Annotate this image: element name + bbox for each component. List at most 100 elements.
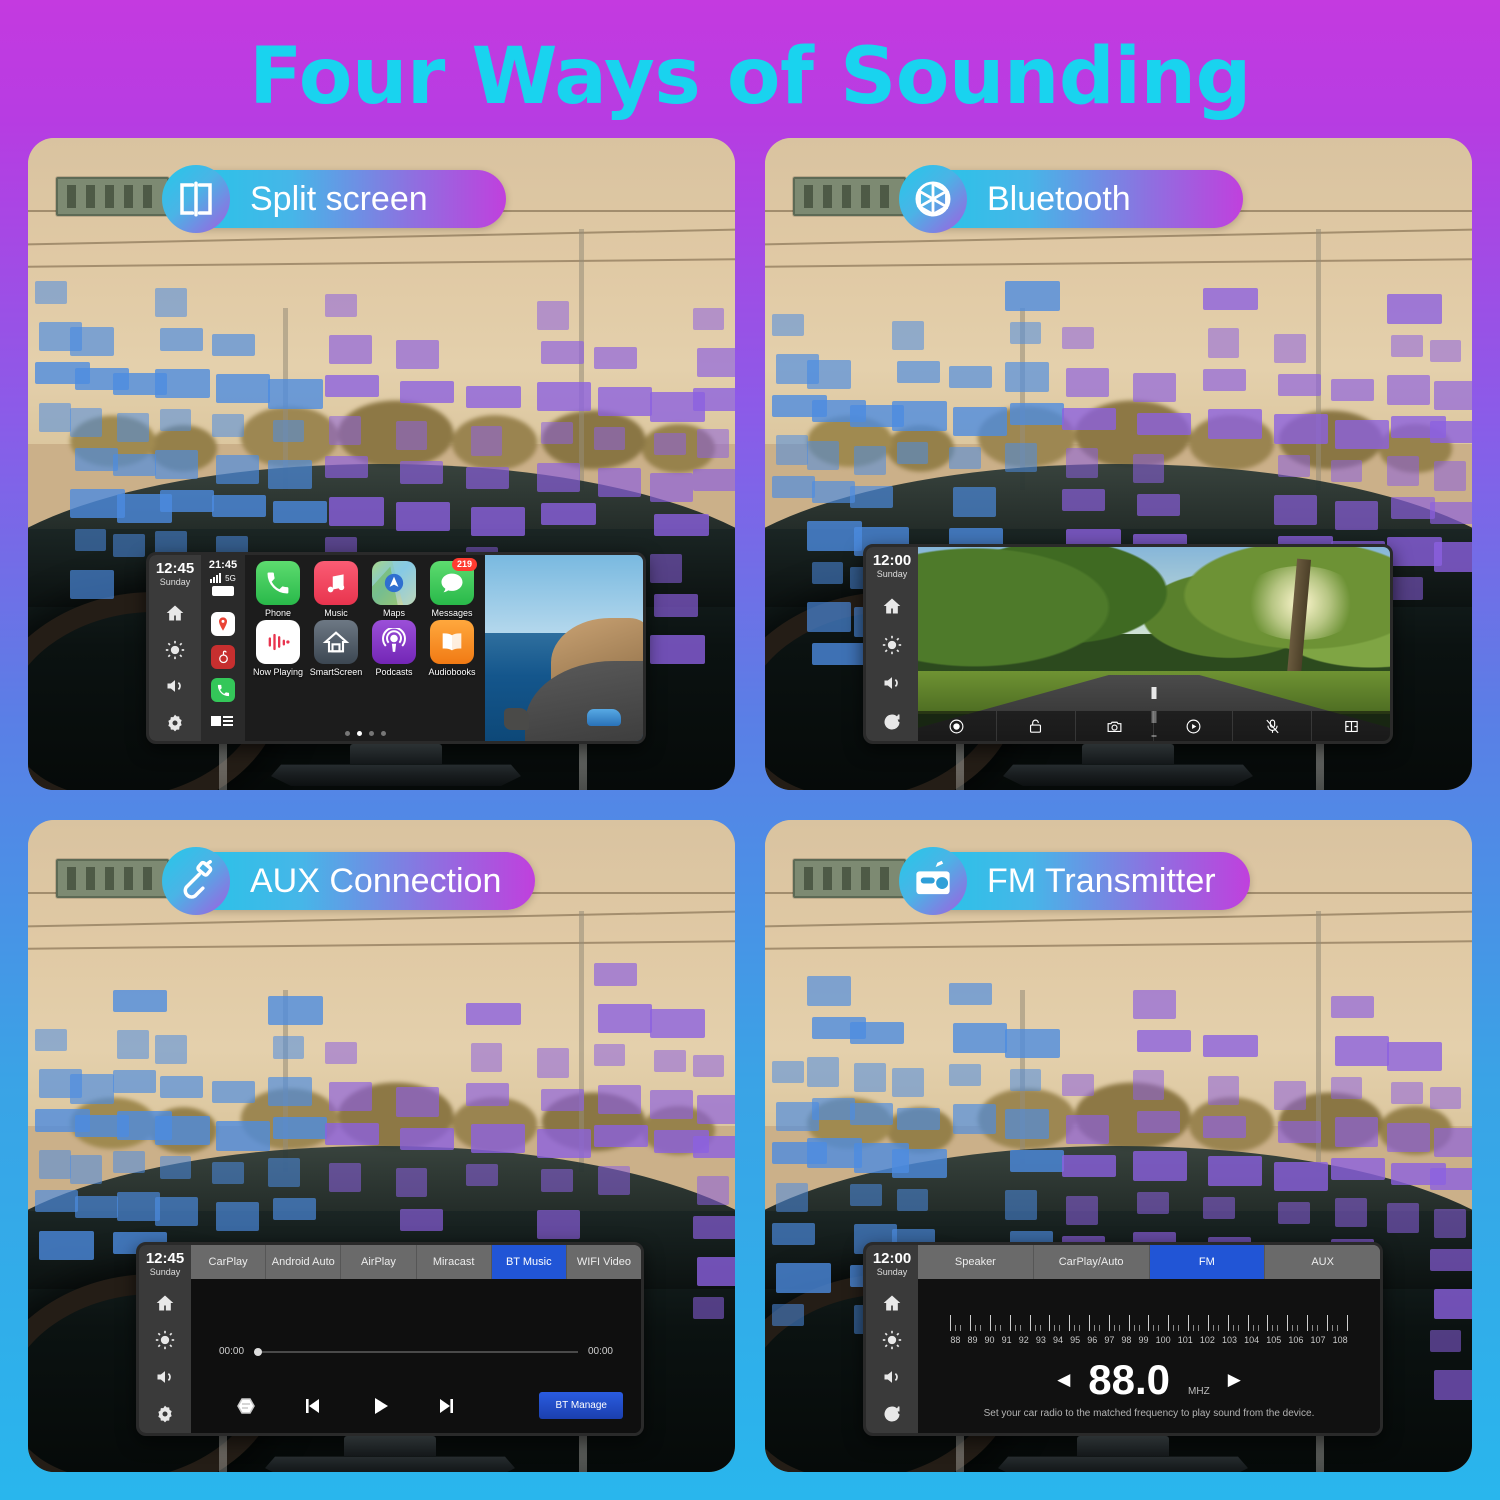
rotate-icon[interactable]: [866, 702, 918, 741]
panel-bluetooth: Bluetooth 12:00 Sunday: [765, 138, 1472, 790]
rotate-icon[interactable]: [866, 1396, 918, 1433]
tab-aux[interactable]: AUX: [1265, 1245, 1380, 1279]
frequency-value: 88.0: [1088, 1356, 1171, 1404]
lock-icon[interactable]: [997, 711, 1076, 741]
phone-app-icon: [256, 561, 300, 605]
tab-carplay[interactable]: CarPlay: [191, 1245, 267, 1279]
home-icon[interactable]: [149, 595, 201, 632]
scale-number: 88: [950, 1334, 961, 1345]
play-icon[interactable]: [346, 1394, 413, 1418]
volume-icon[interactable]: [866, 1359, 918, 1396]
app-row-2: Now Playing SmartScreen Podcasts Audiobo…: [249, 620, 481, 677]
now-playing-app-icon: [256, 620, 300, 664]
app-maps[interactable]: Maps: [365, 561, 423, 618]
frequency-down-button[interactable]: ◀: [1057, 1370, 1070, 1390]
scale-number: 108: [1332, 1334, 1348, 1345]
progress-row: 00:00 00:00: [219, 1346, 613, 1357]
bt-manage-button[interactable]: BT Manage: [539, 1392, 623, 1419]
badge-label: AUX Connection: [250, 862, 502, 900]
billboard: [56, 177, 170, 217]
tab-bt-music[interactable]: BT Music: [491, 1245, 567, 1279]
brightness-icon[interactable]: [149, 631, 201, 668]
app-smartscreen[interactable]: SmartScreen: [307, 620, 365, 677]
list-icon[interactable]: [211, 709, 235, 733]
mic-muted-icon[interactable]: [1233, 711, 1313, 741]
app-audiobooks[interactable]: Audiobooks: [423, 620, 481, 677]
scale-number: 100: [1155, 1334, 1171, 1345]
split-view-icon[interactable]: [1312, 711, 1390, 741]
app-messages[interactable]: 219 Messages: [423, 558, 481, 618]
dashboard-mount: [265, 1436, 515, 1472]
scale-number: 95: [1070, 1334, 1081, 1345]
app-label: Messages: [431, 608, 473, 618]
volume-icon[interactable]: [149, 668, 201, 705]
podcasts-app-icon: [372, 620, 416, 664]
device-screen: 12:45 Sunday CarPlay Android Auto AirPla…: [136, 1242, 644, 1436]
app-phone[interactable]: Phone: [249, 561, 307, 618]
split-right-video: [485, 555, 643, 741]
panel-split-screen: Split screen 12:45 Sunday 21:45 5G Phone…: [28, 138, 735, 790]
maps-pin-icon[interactable]: [211, 612, 235, 637]
duration-time: 00:00: [587, 1346, 613, 1357]
scale-number: 97: [1104, 1334, 1115, 1345]
maps-app-icon: [372, 561, 416, 605]
app-music[interactable]: Music: [307, 561, 365, 618]
carplay-dock: 21:45 5G: [201, 555, 245, 741]
panel-grid: Split screen 12:45 Sunday 21:45 5G Phone…: [28, 138, 1472, 1476]
frequency-up-button[interactable]: ▶: [1228, 1370, 1241, 1390]
seek-slider[interactable]: [254, 1347, 578, 1356]
settings-icon[interactable]: [149, 704, 201, 741]
page-indicator: [245, 731, 485, 736]
dashcam-view: [918, 547, 1390, 741]
rail-time: 12:45: [145, 1250, 185, 1267]
aux-cable-icon: [162, 847, 230, 915]
app-podcasts[interactable]: Podcasts: [365, 620, 423, 677]
scale-number: 93: [1035, 1334, 1046, 1345]
record-icon[interactable]: [918, 711, 997, 741]
netease-music-icon[interactable]: [211, 645, 235, 670]
playlist-icon[interactable]: [213, 1394, 280, 1418]
tab-speaker[interactable]: Speaker: [918, 1245, 1034, 1279]
scale-numbers: 88 89 90 91 92 93 94 95 96 97 98 99 100 101 102 103 104 1…: [950, 1335, 1347, 1345]
next-icon[interactable]: [413, 1394, 480, 1418]
home-icon[interactable]: [866, 587, 918, 626]
tab-wifi-video[interactable]: WIFI Video: [566, 1245, 641, 1279]
volume-icon[interactable]: [866, 664, 918, 703]
tab-miracast[interactable]: Miracast: [416, 1245, 492, 1279]
carplay-time: 21:45: [208, 559, 238, 571]
badge-label: FM Transmitter: [987, 862, 1216, 900]
volume-icon[interactable]: [139, 1359, 191, 1396]
device-split-screen: 12:45 Sunday 21:45 5G Phone Music Maps 2…: [146, 552, 646, 786]
home-icon[interactable]: [866, 1285, 918, 1322]
frequency-scale[interactable]: 88 89 90 91 92 93 94 95 96 97 98 99 100 101 102 103 104 1…: [950, 1313, 1348, 1345]
playback-icon[interactable]: [1154, 711, 1234, 741]
badge-label: Bluetooth: [987, 180, 1131, 218]
badge-bluetooth: Bluetooth: [899, 165, 1243, 233]
brightness-icon[interactable]: [139, 1322, 191, 1359]
dashboard-mount: [1003, 744, 1253, 786]
tab-fm[interactable]: FM: [1149, 1245, 1266, 1279]
home-icon[interactable]: [139, 1285, 191, 1322]
app-now-playing[interactable]: Now Playing: [249, 620, 307, 677]
dashcam-toolbar: [918, 711, 1390, 741]
tab-android-auto[interactable]: Android Auto: [266, 1245, 342, 1279]
scale-number: 101: [1177, 1334, 1193, 1345]
badge-aux-connection: AUX Connection: [162, 847, 536, 915]
rail-day: Sunday: [876, 1266, 908, 1277]
dashboard-mount: [271, 744, 521, 786]
device-screen: 12:00 Sunday: [863, 544, 1393, 744]
settings-icon[interactable]: [139, 1396, 191, 1433]
brightness-icon[interactable]: [866, 625, 918, 664]
carplay-app-grid: Phone Music Maps 219 Messages Now Playin…: [245, 555, 485, 741]
previous-icon[interactable]: [280, 1394, 347, 1418]
brightness-icon[interactable]: [866, 1322, 918, 1359]
scale-number: 103: [1222, 1334, 1238, 1345]
radio-icon: [899, 847, 967, 915]
rail-day: Sunday: [149, 1266, 181, 1277]
camera-icon[interactable]: [1076, 711, 1155, 741]
phone-icon[interactable]: [211, 678, 235, 703]
tab-carplay-auto[interactable]: CarPlay/Auto: [1033, 1245, 1150, 1279]
rail-day: Sunday: [159, 576, 191, 587]
tab-airplay[interactable]: AirPlay: [341, 1245, 417, 1279]
app-label: Maps: [382, 608, 405, 618]
